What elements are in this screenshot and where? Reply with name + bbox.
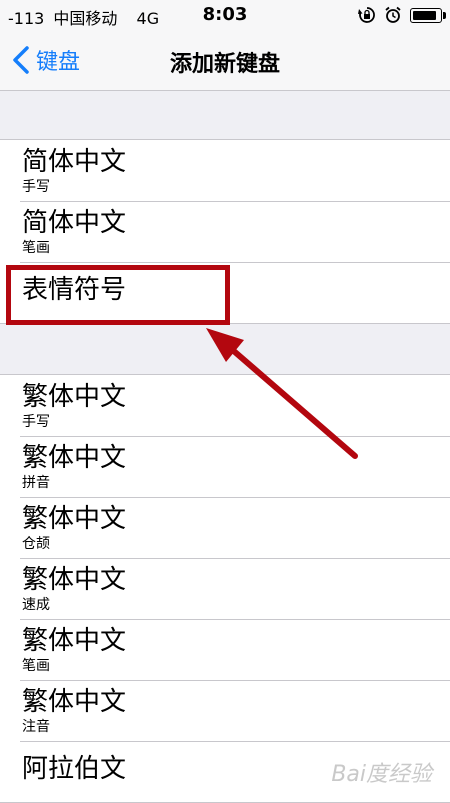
- watermark: Bai度经验: [331, 762, 432, 787]
- annotation-highlight-box: [6, 265, 230, 325]
- list-item-title: 繁体中文: [22, 626, 127, 656]
- alarm-icon: [385, 6, 401, 23]
- battery-icon: [410, 7, 446, 23]
- list-item-title: 繁体中文: [22, 687, 127, 717]
- list-item-subtitle: 笔画: [22, 658, 50, 674]
- list-item-title: 繁体中文: [22, 382, 127, 412]
- list-item[interactable]: 繁体中文 速成: [0, 558, 450, 619]
- list-item[interactable]: 繁体中文 注音: [0, 680, 450, 741]
- navigation-bar: 键盘 添加新键盘: [0, 30, 450, 91]
- list-item-subtitle: 注音: [22, 719, 50, 735]
- list-item-title: 阿拉伯文: [22, 754, 127, 784]
- list-item-subtitle: 速成: [22, 597, 50, 613]
- list-item-subtitle: 笔画: [22, 240, 50, 256]
- list-item[interactable]: 繁体中文 仓颉: [0, 497, 450, 558]
- list-item-subtitle: 拼音: [22, 475, 50, 491]
- list-item[interactable]: 繁体中文 手写: [0, 375, 450, 436]
- list-item-title: 繁体中文: [22, 443, 127, 473]
- battery-level: [413, 10, 437, 20]
- list-item-subtitle: 仓颉: [22, 536, 50, 552]
- status-bar: -113 中国移动 4G 8:03: [0, 0, 450, 30]
- page-title: 添加新键盘: [169, 52, 280, 77]
- list-item-subtitle: 手写: [22, 414, 50, 430]
- list-item[interactable]: 简体中文 手写: [0, 140, 450, 201]
- list-item-title: 简体中文: [22, 208, 127, 238]
- rotation-lock-icon: [358, 7, 375, 23]
- list-item[interactable]: 繁体中文 拼音: [0, 436, 450, 497]
- list-item-title: 简体中文: [22, 147, 127, 177]
- keyboard-list-group-2: 繁体中文 手写 繁体中文 拼音 繁体中文 仓颉 繁体中文 速成 繁体中文 笔画 …: [0, 374, 450, 803]
- list-item-title: 繁体中文: [22, 565, 127, 595]
- list-item[interactable]: 简体中文 笔画: [0, 201, 450, 262]
- list-item-subtitle: 手写: [22, 179, 50, 195]
- list-item[interactable]: 繁体中文 笔画: [0, 619, 450, 680]
- list-item-title: 繁体中文: [22, 504, 127, 534]
- status-right: [358, 6, 446, 24]
